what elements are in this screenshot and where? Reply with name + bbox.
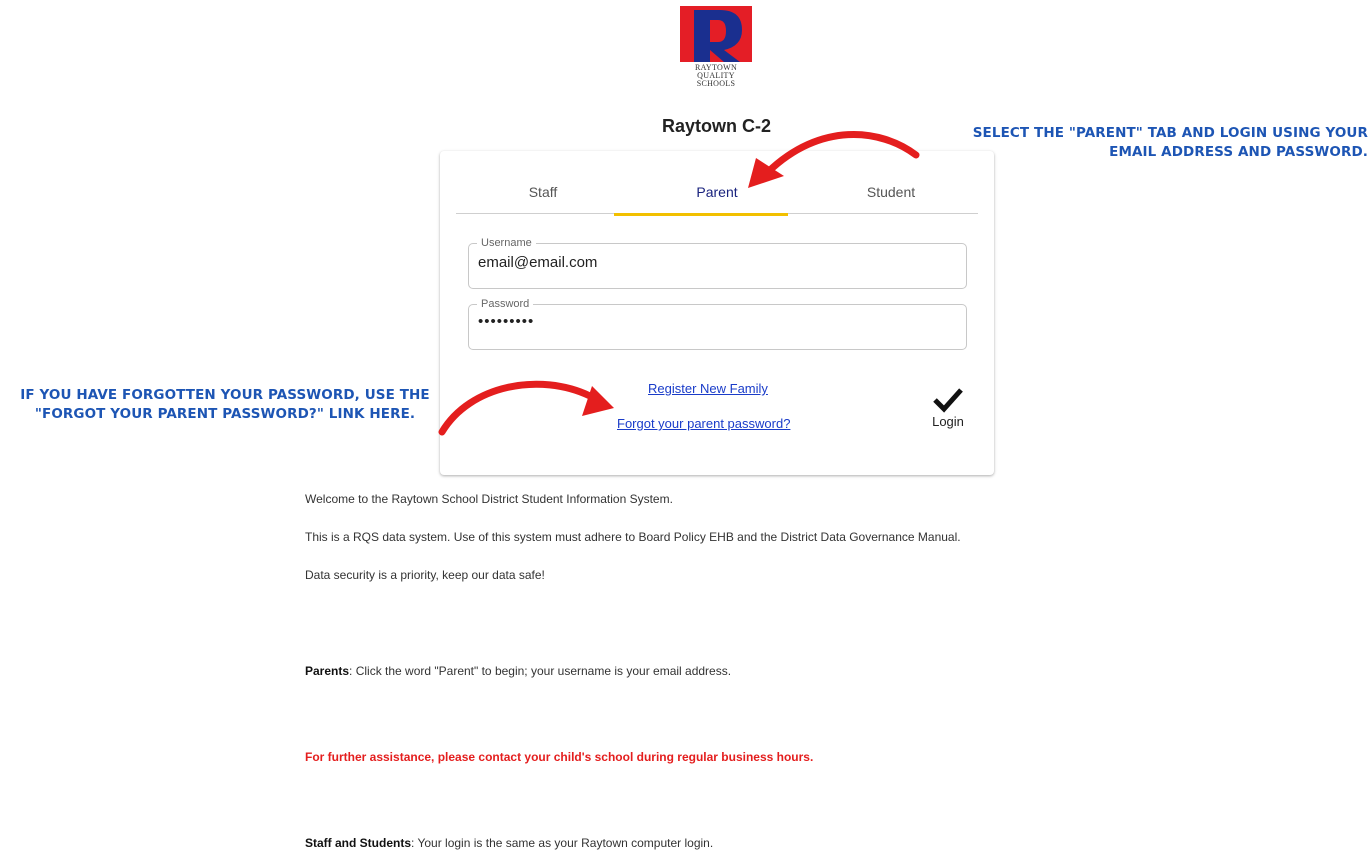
page-title: Raytown C-2 xyxy=(661,116,771,136)
staff-label: Staff and Students xyxy=(305,836,412,850)
username-label: Username xyxy=(477,237,536,249)
district-logo: RAYTOWN QUALITY SCHOOLS xyxy=(680,6,752,92)
checkmark-icon xyxy=(933,388,963,413)
active-tab-indicator xyxy=(614,213,788,216)
security-text: Data security is a priority, keep our da… xyxy=(305,568,545,582)
password-input[interactable]: ••••••••• xyxy=(478,313,948,330)
policy-text: This is a RQS data system. Use of this s… xyxy=(305,530,961,544)
welcome-text: Welcome to the Raytown School District S… xyxy=(305,492,673,506)
login-card: Staff Parent Student Username Password •… xyxy=(440,151,994,475)
password-field[interactable]: Password ••••••••• xyxy=(468,298,967,350)
password-label: Password xyxy=(477,298,534,310)
login-button[interactable]: Login xyxy=(924,387,972,435)
forgot-password-annotation: IF YOU HAVE FORGOTTEN YOUR PASSWORD, USE… xyxy=(20,387,430,422)
login-label: Login xyxy=(932,414,964,429)
parents-instructions: Parents: Click the word "Parent" to begi… xyxy=(305,664,731,678)
tab-parent[interactable]: Parent xyxy=(630,151,804,213)
staff-text: : Your login is the same as your Raytown… xyxy=(411,836,714,850)
register-new-family-link[interactable]: Register New Family xyxy=(648,381,768,396)
logo-wordmark: RAYTOWN QUALITY SCHOOLS xyxy=(694,63,738,88)
staff-students-instructions: Staff and Students: Your login is the sa… xyxy=(305,836,713,850)
parent-tab-annotation: SELECT THE "PARENT" TAB AND LOGIN USING … xyxy=(972,125,1368,160)
parents-text: : Click the word "Parent" to begin; your… xyxy=(349,664,732,678)
assistance-text: For further assistance, please contact y… xyxy=(305,750,814,764)
tab-staff[interactable]: Staff xyxy=(456,151,630,213)
username-input[interactable] xyxy=(478,254,948,271)
raytown-logo-mark xyxy=(680,6,752,62)
username-field[interactable]: Username xyxy=(468,237,967,289)
forgot-password-link[interactable]: Forgot your parent password? xyxy=(617,416,790,431)
login-tabs: Staff Parent Student xyxy=(456,151,978,214)
parents-label: Parents xyxy=(305,664,350,678)
